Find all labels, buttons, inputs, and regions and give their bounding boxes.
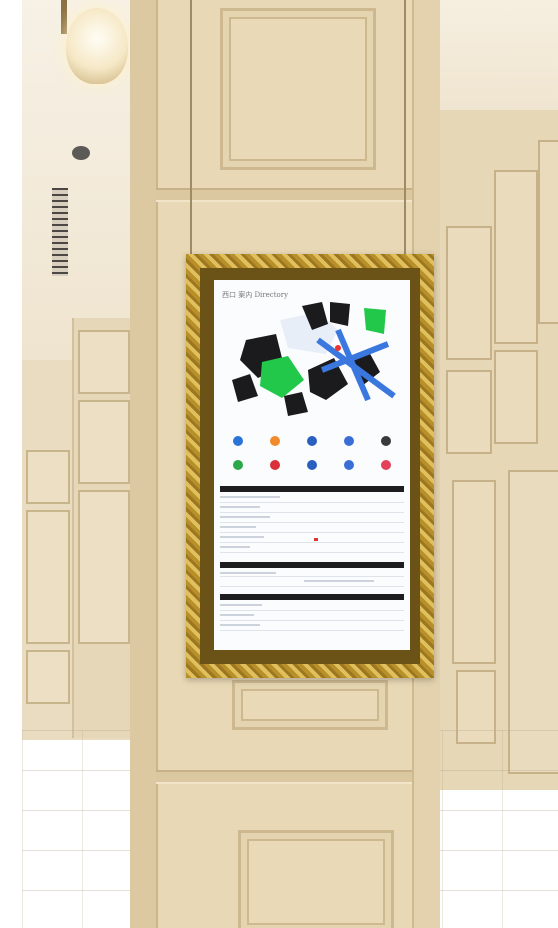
listing-section-header <box>220 486 404 492</box>
left-wall-panel <box>26 510 70 644</box>
security-camera-icon <box>72 146 90 160</box>
left-pillar-panel <box>78 330 130 394</box>
digital-directory-screen[interactable]: 西口 案内 Directory <box>214 280 410 650</box>
list-item[interactable] <box>220 610 404 611</box>
shortcut-icon[interactable] <box>270 436 281 446</box>
left-wall-panel <box>26 450 70 504</box>
shortcut-icon[interactable] <box>380 460 391 470</box>
listing-section-header <box>220 594 404 600</box>
left-wall-panel <box>26 650 70 704</box>
list-item-text <box>220 536 264 538</box>
pillar-panel-top <box>220 8 376 170</box>
listing-section-header <box>220 562 404 568</box>
shortcut-row <box>220 436 404 446</box>
floor-map[interactable] <box>218 300 406 418</box>
ceiling-lamp <box>66 8 128 84</box>
list-item[interactable] <box>220 552 404 553</box>
status-marker <box>314 538 318 541</box>
shortcut-icon[interactable] <box>233 436 244 446</box>
list-item-text <box>220 624 260 626</box>
shortcut-icon[interactable] <box>233 460 244 470</box>
list-item-text <box>220 516 270 518</box>
shortcut-icon[interactable] <box>380 436 391 446</box>
pillar-left-face <box>130 0 158 928</box>
left-pillar-panel <box>78 400 130 484</box>
list-item-text <box>220 614 254 616</box>
lamp-stem <box>61 0 67 34</box>
shortcut-icon[interactable] <box>306 436 317 446</box>
list-item[interactable] <box>220 586 404 587</box>
door <box>508 470 558 774</box>
directory-logo: 西口 案内 Directory <box>222 291 289 299</box>
hanging-wire <box>190 0 192 258</box>
shortcut-icon[interactable] <box>270 460 281 470</box>
list-item-text <box>220 572 276 574</box>
image-margin <box>0 0 22 928</box>
list-item-text <box>220 526 256 528</box>
shortcut-row <box>220 460 404 470</box>
list-item[interactable] <box>220 620 404 621</box>
list-item-text <box>220 506 260 508</box>
list-item[interactable] <box>220 502 404 503</box>
right-wall-panel <box>446 226 492 360</box>
map-building <box>330 302 350 326</box>
list-item-text <box>220 604 262 606</box>
pillar-rail <box>156 770 412 784</box>
list-item[interactable] <box>220 576 404 577</box>
pillar-panel-bottom <box>238 830 394 928</box>
list-item[interactable] <box>220 532 404 533</box>
left-pillar-panel <box>78 490 130 644</box>
right-wall-panel <box>446 370 492 454</box>
photo-scene: 西口 案内 Directory <box>0 0 558 928</box>
right-wall-panel <box>494 350 538 444</box>
shortcut-icon[interactable] <box>343 460 354 470</box>
shortcut-icon[interactable] <box>306 460 317 470</box>
list-item[interactable] <box>220 512 404 513</box>
pillar-panel-mid <box>232 680 388 730</box>
hanging-wire <box>404 0 406 258</box>
right-wall-panel <box>494 170 538 344</box>
list-item-text <box>220 496 280 498</box>
shortcut-icon[interactable] <box>343 436 354 446</box>
pillar-rail <box>156 188 412 202</box>
right-wall-panel <box>538 140 558 324</box>
map-green-zone <box>364 308 386 334</box>
list-item[interactable] <box>220 522 404 523</box>
list-item-text <box>220 546 250 548</box>
list-item[interactable] <box>220 630 404 631</box>
list-item-text <box>304 580 374 582</box>
ceiling-vent <box>52 188 68 276</box>
map-you-are-here <box>335 345 341 351</box>
right-wall-panel <box>452 480 496 664</box>
list-item[interactable] <box>220 542 404 543</box>
